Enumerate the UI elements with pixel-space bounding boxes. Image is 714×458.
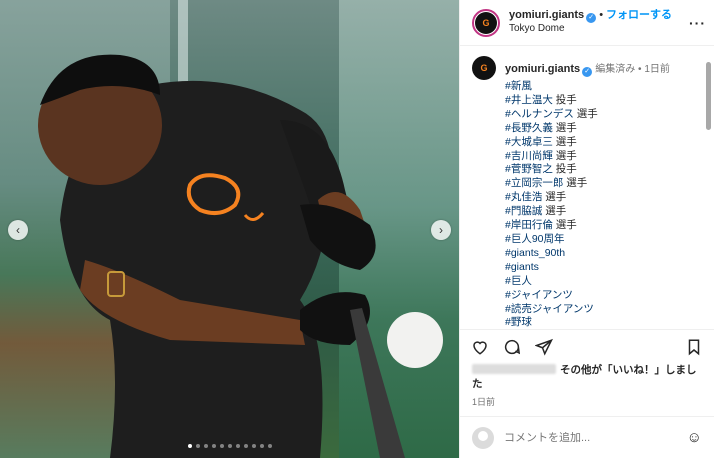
caption-role: 選手 [542, 191, 567, 204]
verified-icon: ✓ [586, 13, 597, 24]
share-icon[interactable] [534, 337, 554, 357]
post-date[interactable]: 1日前 [460, 391, 714, 416]
caption-line: #giants_90th [505, 247, 702, 261]
user-avatar-icon [472, 426, 494, 449]
team-logo-icon: G [475, 11, 497, 34]
comment-icon[interactable] [502, 337, 522, 357]
carousel-dot [227, 444, 232, 448]
post-photo[interactable]: ‹ › [0, 0, 459, 458]
hashtag-link[interactable]: #吉川尚輝 [505, 150, 553, 162]
carousel-dot [243, 444, 248, 448]
caption-line: #井上温大 投手 [505, 94, 702, 108]
hashtag-link[interactable]: #菅野智之 [505, 163, 553, 175]
caption-role: 投手 [552, 93, 577, 106]
edited-label: 編集済み [595, 63, 636, 75]
hashtag-link[interactable]: #新風 [505, 80, 532, 92]
hashtag-link[interactable]: #野球 [505, 316, 532, 328]
hashtag-link[interactable]: #giants [505, 261, 539, 273]
more-icon[interactable]: ··· [689, 15, 706, 31]
scrollbar[interactable] [706, 62, 711, 130]
hashtag-link[interactable]: #巨人90周年 [505, 233, 565, 245]
location-link[interactable]: Tokyo Dome [509, 23, 689, 36]
bookmark-icon[interactable] [684, 337, 704, 357]
heart-icon[interactable] [470, 337, 490, 357]
carousel-dot [251, 444, 256, 448]
separator-dot: • [599, 9, 604, 22]
carousel-dot [267, 444, 272, 448]
username-link[interactable]: yomiuri.giants [509, 9, 584, 21]
likes-summary: その他が「いいね！」しました [460, 363, 714, 391]
hashtag-link[interactable]: #立岡宗一郎 [505, 177, 563, 189]
post-side-panel: G yomiuri.giants ✓ • フォローする Tokyo Dome ··· … [459, 0, 714, 458]
team-logo-icon: G [472, 56, 496, 80]
carousel-dot [203, 444, 208, 448]
hashtag-link[interactable]: #ヘルナンデス [505, 108, 574, 120]
caption-line: #大城卓三 選手 [505, 136, 702, 150]
avatar[interactable]: G [472, 56, 496, 80]
emoji-icon[interactable]: ☺ [687, 429, 702, 446]
caption-role: 選手 [552, 121, 577, 134]
caption-role: 選手 [552, 135, 577, 148]
carousel-dots [0, 444, 459, 448]
caption-role: 選手 [563, 177, 588, 190]
caption-header: G yomiuri.giants ✓ 編集済み • 1日前 [472, 56, 702, 80]
caption-line: #長野久義 選手 [505, 122, 702, 136]
hashtag-list: #新風 #井上温大 投手 #ヘルナンデス 選手 #長野久義 選手 #大城卓三 選手 #吉川… [505, 80, 702, 329]
hashtag-link[interactable]: #giants_90th [505, 247, 565, 259]
carousel-dot [195, 444, 200, 448]
carousel-dot [235, 444, 240, 448]
carousel-dot [259, 444, 264, 448]
caption-role: 選手 [552, 219, 577, 232]
comment-input[interactable] [504, 431, 687, 444]
caption-role: 選手 [573, 107, 598, 120]
hashtag-link[interactable]: #ジャイアンツ [505, 289, 573, 301]
hashtag-link[interactable]: #岸田行倫 [505, 219, 553, 231]
comment-bar: ☺ [460, 416, 714, 458]
player-illustration [38, 54, 443, 458]
caption-line: #立岡宗一郎 選手 [505, 177, 702, 191]
carousel-dot [211, 444, 216, 448]
caption-role: 選手 [552, 149, 577, 162]
caption-line: #菅野智之 投手 [505, 163, 702, 177]
caption-meta: yomiuri.giants ✓ 編集済み • 1日前 [505, 60, 670, 77]
action-bar [460, 329, 714, 363]
caption-role: 選手 [542, 205, 567, 218]
caption-line: #ヘルナンデス 選手 [505, 108, 702, 122]
instagram-post-window: ‹ › G yomiuri.giants ✓ • フォローする Tokyo Do… [0, 0, 714, 458]
caption-line: #giants [505, 261, 702, 275]
caption-line: #巨人 [505, 275, 702, 289]
hashtag-link[interactable]: #丸佳浩 [505, 191, 542, 203]
hashtag-link[interactable]: #門脇誠 [505, 205, 542, 217]
caption-role: 投手 [552, 163, 577, 176]
caption-line: #丸佳浩 選手 [505, 191, 702, 205]
carousel-dot [187, 444, 192, 448]
hashtag-link[interactable]: #長野久義 [505, 122, 553, 134]
carousel-dot [219, 444, 224, 448]
follow-button[interactable]: フォローする [606, 9, 672, 21]
hashtag-link[interactable]: #井上温大 [505, 94, 553, 106]
caption-line: #吉川尚輝 選手 [505, 150, 702, 164]
hashtag-link[interactable]: #巨人 [505, 275, 532, 287]
caption-line: #新風 [505, 80, 702, 94]
caption-line: #岸田行倫 選手 [505, 219, 702, 233]
hashtag-link[interactable]: #大城卓三 [505, 136, 553, 148]
prev-icon[interactable]: ‹ [8, 220, 28, 240]
caption-line: #巨人90周年 [505, 233, 702, 247]
separator-dot: • [635, 63, 645, 75]
verified-icon: ✓ [582, 66, 593, 77]
header-text: yomiuri.giants ✓ • フォローする Tokyo Dome [509, 9, 689, 36]
time-ago: 1日前 [644, 63, 670, 75]
liker-names-blurred [472, 364, 556, 374]
caption-line: #ジャイアンツ [505, 289, 702, 303]
caption-line: #読売ジャイアンツ [505, 303, 702, 317]
caption-line: #門脇誠 選手 [505, 205, 702, 219]
caption-line: #野球 [505, 316, 702, 329]
caption-area: G yomiuri.giants ✓ 編集済み • 1日前 #新風 #井上温大 投手… [460, 46, 714, 329]
username-link[interactable]: yomiuri.giants [505, 63, 580, 75]
next-icon[interactable]: › [431, 220, 451, 240]
post-header: G yomiuri.giants ✓ • フォローする Tokyo Dome ··· [460, 0, 714, 46]
hashtag-link[interactable]: #読売ジャイアンツ [505, 303, 594, 315]
avatar[interactable]: G [472, 8, 500, 37]
